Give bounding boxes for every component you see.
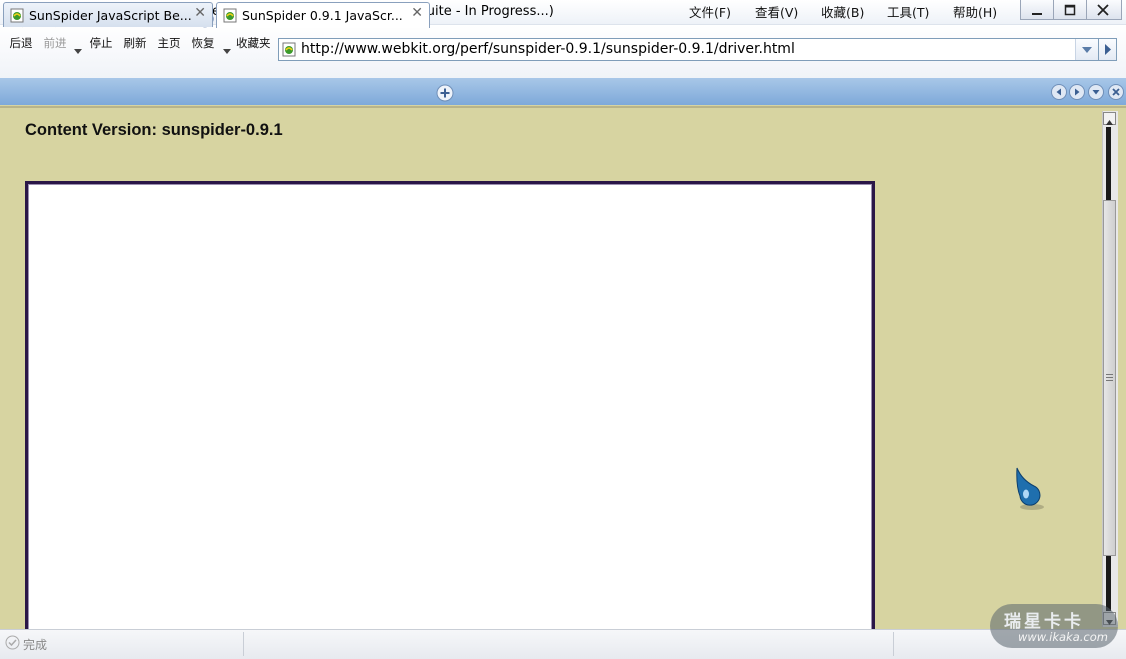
content-version-heading: Content Version: sunspider-0.9.1 <box>25 121 283 139</box>
scroll-grip <box>1106 377 1113 378</box>
chevron-right-icon <box>1069 84 1085 100</box>
content-top-border <box>0 106 1126 108</box>
forward-label: 前进 <box>43 36 67 50</box>
address-dropdown-button[interactable] <box>1075 39 1098 60</box>
home-label: 主页 <box>157 36 181 50</box>
tab-sunspider-driver[interactable]: SunSpider 0.9.1 JavaScr... ✕ <box>216 2 430 28</box>
close-window-button[interactable] <box>1086 0 1122 20</box>
favorites-label: 收藏夹 <box>236 36 271 50</box>
close-icon <box>1108 84 1124 100</box>
plus-icon <box>436 84 454 102</box>
menu-file[interactable]: 文件(F) <box>689 2 731 21</box>
minimize-button[interactable] <box>1020 0 1054 20</box>
scroll-up-button[interactable] <box>1103 112 1116 125</box>
water-drop-icon[interactable] <box>1012 466 1048 516</box>
chevron-down-icon <box>1088 84 1104 100</box>
new-tab-button[interactable] <box>436 84 454 102</box>
watermark-url: www.ikaka.com <box>1018 630 1108 644</box>
status-bar <box>0 629 1126 659</box>
maximize-icon <box>1064 4 1076 16</box>
scroll-grip <box>1106 374 1113 375</box>
scroll-track-shadow <box>1106 556 1111 611</box>
watermark-brand: 瑞星卡卡 <box>1004 612 1084 632</box>
tab-title: SunSpider JavaScript Be... <box>29 8 192 23</box>
tab-close-icon[interactable]: ✕ <box>194 5 206 21</box>
status-text: 完成 <box>23 638 48 652</box>
menu-view[interactable]: 查看(V) <box>755 2 798 21</box>
chevron-left-icon <box>1051 84 1067 100</box>
close-icon <box>1097 4 1109 16</box>
url-input[interactable]: http://www.webkit.org/perf/sunspider-0.9… <box>301 41 795 57</box>
minimize-icon <box>1032 13 1042 15</box>
test-output-frame-inner <box>28 184 872 644</box>
status-separator <box>243 632 244 656</box>
tab-bar <box>0 78 1126 105</box>
page-favicon-icon <box>223 8 238 27</box>
page-favicon-icon <box>10 8 25 27</box>
tab-close-icon[interactable]: ✕ <box>411 5 423 21</box>
tab-scroll-left-button[interactable] <box>1051 84 1067 100</box>
menu-tools[interactable]: 工具(T) <box>887 2 929 21</box>
status-separator <box>893 632 894 656</box>
chevron-right-icon <box>1105 44 1111 55</box>
address-bar[interactable]: http://www.webkit.org/perf/sunspider-0.9… <box>278 38 1098 61</box>
menu-help[interactable]: 帮助(H) <box>953 2 997 21</box>
caret-down-icon <box>74 49 82 54</box>
tab-list-button[interactable] <box>1088 84 1104 100</box>
back-label: 后退 <box>9 36 33 50</box>
restore-dropdown[interactable] <box>222 41 232 54</box>
menu-favorites[interactable]: 收藏(B) <box>821 2 864 21</box>
close-tab-button[interactable] <box>1108 84 1124 100</box>
go-button[interactable] <box>1098 38 1117 61</box>
caret-down-icon <box>223 49 231 54</box>
scroll-track-shadow <box>1106 127 1111 200</box>
caret-down-icon <box>1082 47 1092 53</box>
tab-sunspider-benchmark[interactable]: SunSpider JavaScript Be... ✕ <box>3 2 213 27</box>
check-circle-icon <box>5 635 20 654</box>
history-dropdown[interactable] <box>73 41 83 54</box>
page-favicon-icon <box>282 42 297 61</box>
scroll-thumb[interactable] <box>1103 200 1116 556</box>
refresh-label: 刷新 <box>123 36 147 50</box>
restore-label: 恢复 <box>191 36 215 50</box>
tab-scroll-right-button[interactable] <box>1069 84 1085 100</box>
stop-label: 停止 <box>89 36 113 50</box>
tab-title: SunSpider 0.9.1 JavaScr... <box>242 8 403 23</box>
scroll-grip <box>1106 380 1113 381</box>
maximize-button[interactable] <box>1053 0 1087 20</box>
